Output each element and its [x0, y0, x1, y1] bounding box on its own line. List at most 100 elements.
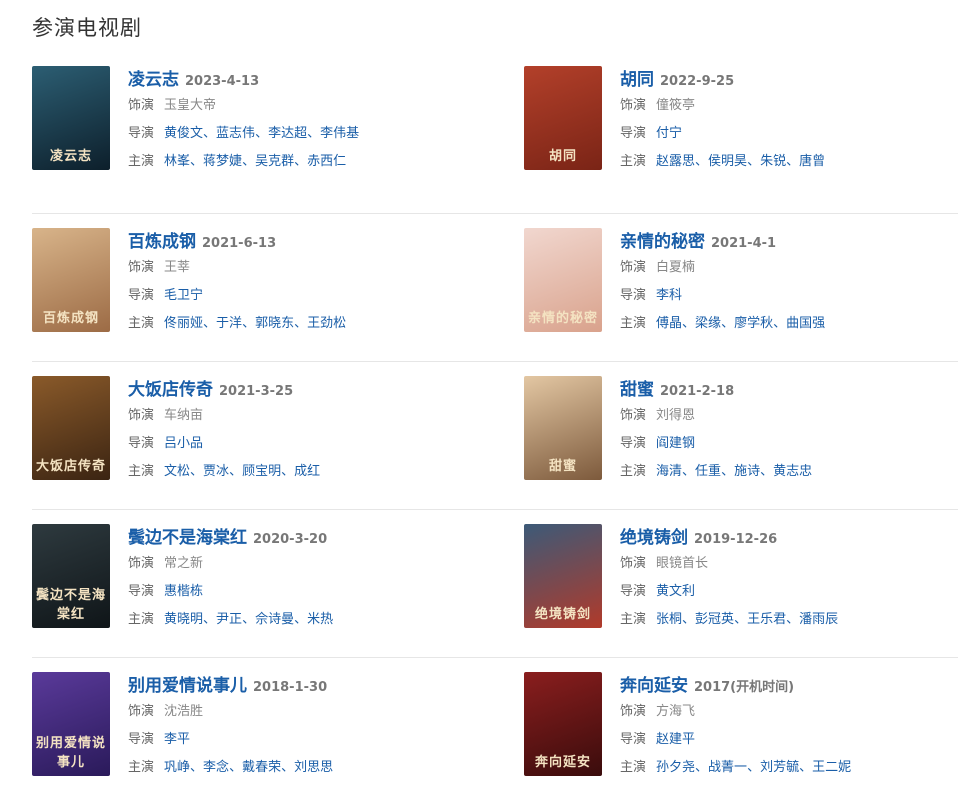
show-title[interactable]: 别用爱情说事儿: [128, 676, 247, 696]
show-info: 鬓边不是海棠红 2020-3-20 饰演 常之新 导演 惠楷栋 主演 黄晓明、尹正、佘诗曼、米…: [128, 526, 333, 634]
separator: 、: [203, 612, 217, 627]
director-link[interactable]: 黄俊文: [164, 126, 203, 141]
poster-caption: 凌云志: [49, 149, 92, 164]
cast-link[interactable]: 施诗: [734, 464, 760, 479]
show-title[interactable]: 凌云志: [128, 70, 179, 90]
tv-show-grid: 凌云志 凌云志 2023-4-13 饰演 玉皇大帝 导演 黄俊文、蓝志伟、李达超、李伟基 主演…: [32, 66, 958, 805]
director-link[interactable]: 付宁: [656, 126, 682, 141]
cast-link[interactable]: 米热: [307, 612, 333, 627]
cast-link[interactable]: 巩峥: [164, 760, 190, 775]
poster-image[interactable]: 甜蜜: [524, 376, 602, 480]
cast-link[interactable]: 任重: [695, 464, 721, 479]
cast-link[interactable]: 佘诗曼: [255, 612, 294, 627]
cast-link[interactable]: 刘芳毓: [760, 760, 799, 775]
cast-link[interactable]: 朱锐: [760, 154, 786, 169]
cast-link[interactable]: 王劲松: [307, 316, 346, 331]
show-title[interactable]: 绝境铸剑: [620, 528, 688, 548]
cast-link[interactable]: 赤西仁: [307, 154, 346, 169]
director-link[interactable]: 赵建平: [656, 732, 695, 747]
poster-image[interactable]: 别用爱情说事儿: [32, 672, 110, 776]
director-line: 导演 黄文利: [620, 578, 838, 606]
show-title[interactable]: 甜蜜: [620, 380, 654, 400]
director-link[interactable]: 吕小品: [164, 436, 203, 451]
cast-link[interactable]: 尹正: [216, 612, 242, 627]
director-link[interactable]: 惠楷栋: [164, 584, 203, 599]
role-label: 饰演: [128, 704, 155, 719]
show-info: 百炼成钢 2021-6-13 饰演 王莘 导演 毛卫宁 主演 佟丽娅、于洋、郭晓东、王劲松: [128, 230, 346, 338]
poster-image[interactable]: 鬓边不是海棠红: [32, 524, 110, 628]
show-date: 2017(开机时间): [694, 680, 795, 695]
show-title[interactable]: 鬓边不是海棠红: [128, 528, 247, 548]
director-label: 导演: [620, 732, 647, 747]
director-link[interactable]: 蓝志伟: [216, 126, 255, 141]
cast-link[interactable]: 唐曾: [799, 154, 825, 169]
separator: 、: [747, 154, 761, 169]
show-title[interactable]: 百炼成钢: [128, 232, 196, 252]
cast-link[interactable]: 蒋梦婕: [203, 154, 242, 169]
separator: 、: [307, 126, 321, 141]
director-link[interactable]: 李伟基: [320, 126, 359, 141]
poster-image[interactable]: 凌云志: [32, 66, 110, 170]
title-line: 鬓边不是海棠红 2020-3-20: [128, 526, 333, 550]
show-title[interactable]: 胡同: [620, 70, 654, 90]
cast-link[interactable]: 佟丽娅: [164, 316, 203, 331]
poster-image[interactable]: 亲情的秘密: [524, 228, 602, 332]
cast-link[interactable]: 战菁一: [708, 760, 747, 775]
cast-label: 主演: [128, 316, 155, 331]
cast-link[interactable]: 海清: [656, 464, 682, 479]
director-label: 导演: [128, 584, 155, 599]
cast-link[interactable]: 曲国强: [786, 316, 825, 331]
cast-link[interactable]: 刘思思: [294, 760, 333, 775]
director-link[interactable]: 毛卫宁: [164, 288, 203, 303]
cast-link[interactable]: 贾冰: [203, 464, 229, 479]
cast-link[interactable]: 傅晶: [656, 316, 682, 331]
cast-link[interactable]: 顾宝明: [242, 464, 281, 479]
cast-link[interactable]: 赵露思: [656, 154, 695, 169]
cast-link[interactable]: 廖学秋: [734, 316, 773, 331]
separator: 、: [760, 464, 774, 479]
poster-image[interactable]: 奔向延安: [524, 672, 602, 776]
cast-link[interactable]: 李念: [203, 760, 229, 775]
poster-image[interactable]: 胡同: [524, 66, 602, 170]
separator: 、: [682, 464, 696, 479]
cast-link[interactable]: 戴春荣: [242, 760, 281, 775]
cast-link[interactable]: 文松: [164, 464, 190, 479]
director-label: 导演: [128, 126, 155, 141]
cast-link[interactable]: 黄晓明: [164, 612, 203, 627]
role-value: 常之新: [164, 556, 204, 571]
director-link[interactable]: 李科: [656, 288, 682, 303]
cast-link[interactable]: 张桐: [656, 612, 682, 627]
show-date: 2021-6-13: [202, 236, 277, 251]
cast-link[interactable]: 王二妮: [812, 760, 851, 775]
cast-link[interactable]: 孙夕尧: [656, 760, 695, 775]
cast-link[interactable]: 潘雨辰: [799, 612, 838, 627]
director-link[interactable]: 李平: [164, 732, 190, 747]
cast-link[interactable]: 于洋: [216, 316, 242, 331]
poster-image[interactable]: 绝境铸剑: [524, 524, 602, 628]
show-info: 亲情的秘密 2021-4-1 饰演 白夏楠 导演 李科 主演 傅晶、梁缘、廖学秋、曲国强: [620, 230, 825, 338]
poster-image[interactable]: 大饭店传奇: [32, 376, 110, 480]
cast-link[interactable]: 王乐君: [747, 612, 786, 627]
show-card: 奔向延安 奔向延安 2017(开机时间) 饰演 方海飞 导演 赵建平 主演 孙夕尧、战菁一、刘芳…: [524, 672, 958, 792]
director-link[interactable]: 黄文利: [656, 584, 695, 599]
role-value: 眼镜首长: [656, 556, 709, 571]
cast-link[interactable]: 侯明昊: [708, 154, 747, 169]
role-label: 饰演: [620, 704, 647, 719]
poster-image[interactable]: 百炼成钢: [32, 228, 110, 332]
cast-link[interactable]: 梁缘: [695, 316, 721, 331]
show-title[interactable]: 奔向延安: [620, 676, 688, 696]
director-link[interactable]: 李达超: [268, 126, 307, 141]
cast-link[interactable]: 吴克群: [255, 154, 294, 169]
show-date: 2022-9-25: [660, 74, 735, 89]
director-link[interactable]: 阎建钢: [656, 436, 695, 451]
cast-link[interactable]: 彭冠英: [695, 612, 734, 627]
show-title[interactable]: 亲情的秘密: [620, 232, 705, 252]
cast-label: 主演: [620, 316, 647, 331]
role-line: 饰演 沈浩胜: [128, 698, 333, 726]
cast-link[interactable]: 林峯: [164, 154, 190, 169]
cast-link[interactable]: 郭晓东: [255, 316, 294, 331]
role-line: 饰演 王莘: [128, 254, 346, 282]
show-title[interactable]: 大饭店传奇: [128, 380, 213, 400]
cast-link[interactable]: 成红: [294, 464, 320, 479]
cast-link[interactable]: 黄志忠: [773, 464, 812, 479]
